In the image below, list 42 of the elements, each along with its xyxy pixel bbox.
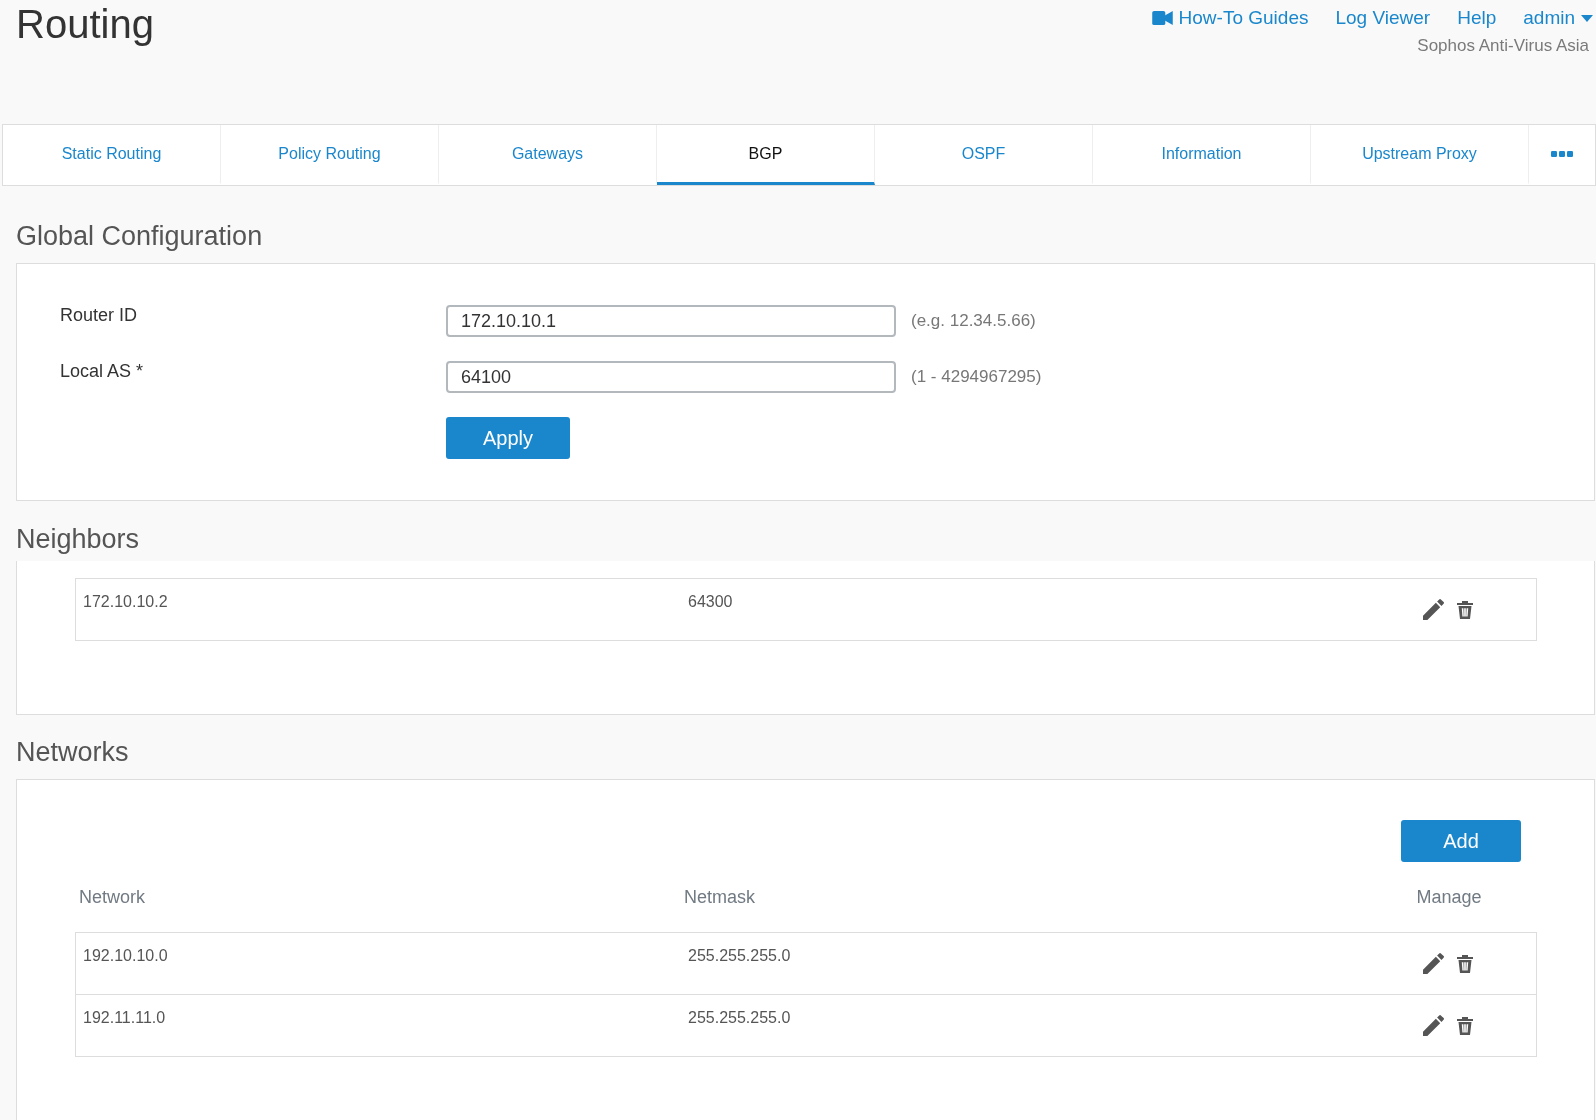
input-field[interactable]: 172.10.10.1 — [446, 305, 896, 337]
tab[interactable]: Information — [1093, 125, 1311, 185]
page-title: Routing — [16, 1, 154, 48]
tab[interactable]: Gateways — [439, 125, 657, 185]
tab[interactable]: Static Routing — [3, 125, 221, 185]
table-cell-text: 192.10.10.0 — [82, 946, 169, 966]
header-link[interactable]: Log Viewer — [1335, 6, 1431, 30]
tab[interactable]: Policy Routing — [221, 125, 439, 185]
table-cell-text: 255.255.255.0 — [687, 1008, 792, 1028]
tab[interactable]: OSPF — [875, 125, 1093, 185]
table-cell-text: 255.255.255.0 — [687, 946, 792, 966]
pencil-icon[interactable] — [1423, 953, 1444, 974]
trash-icon[interactable] — [1457, 954, 1473, 973]
table-cell-text: 192.11.11.0 — [82, 1008, 167, 1028]
caret-icon — [1581, 14, 1593, 22]
tab[interactable]: BGP — [657, 125, 875, 185]
field-label: Router ID — [60, 305, 139, 325]
section-heading: Global Configuration — [16, 220, 264, 253]
table-cell-text: 172.10.10.2 — [82, 592, 169, 612]
input-hint: (1 - 4294967295) — [911, 367, 1043, 387]
column-header: Netmask — [683, 886, 756, 908]
more-icon — [1551, 150, 1573, 157]
organization-name: Sophos Anti-Virus Asia — [1417, 36, 1590, 56]
trash-icon[interactable] — [1457, 1016, 1473, 1035]
trash-icon[interactable] — [1457, 600, 1473, 619]
apply-button[interactable]: Apply — [446, 417, 570, 459]
pencil-icon[interactable] — [1423, 1015, 1444, 1036]
guides-link[interactable]: How-To Guides — [1151, 6, 1309, 30]
section-heading: Neighbors — [16, 523, 141, 556]
input-hint: (e.g. 12.34.5.66) — [911, 311, 1037, 331]
video-camera-icon — [1151, 11, 1173, 25]
add-button[interactable]: Add — [1401, 820, 1521, 862]
pencil-icon[interactable] — [1423, 599, 1444, 620]
input-field[interactable]: 64100 — [446, 361, 896, 393]
section-heading: Networks — [16, 736, 130, 769]
header-link[interactable]: Help — [1457, 6, 1497, 30]
column-header: Manage — [1415, 886, 1483, 908]
tab[interactable]: Upstream Proxy — [1311, 125, 1529, 185]
table-cell-text: 64300 — [687, 592, 734, 612]
column-header: Network — [78, 886, 146, 908]
field-label: Local AS * — [60, 361, 145, 381]
user-menu[interactable]: admin — [1523, 6, 1593, 30]
